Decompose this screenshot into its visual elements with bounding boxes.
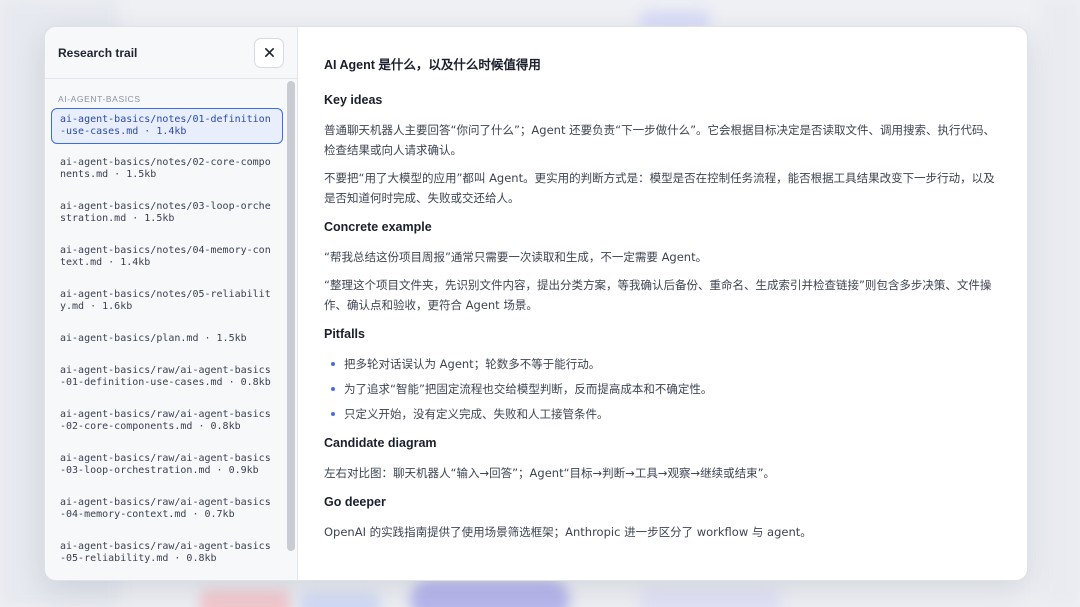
section-concrete-example: Concrete example “帮我总结这份项目周报”通常只需要一次读取和生…: [324, 220, 1001, 315]
file-item[interactable]: ai-agent-basics/notes/05-reliability.md …: [51, 283, 283, 319]
file-item[interactable]: ai-agent-basics/raw/ai-agent-basics-vide…: [51, 579, 283, 580]
background-pill: [410, 580, 570, 607]
paragraph: “帮我总结这份项目周报”通常只需要一次读取和生成，不一定需要 Agent。: [324, 250, 708, 264]
sidebar: Research trail AI-AGENT-BASICS ai-agent-…: [45, 27, 298, 580]
section-key-ideas: Key ideas 普通聊天机器人主要回答“你问了什么”；Agent 还要负责“…: [324, 93, 1001, 208]
sidebar-header: Research trail: [45, 27, 297, 79]
file-list: AI-AGENT-BASICS ai-agent-basics/notes/01…: [45, 79, 297, 580]
file-item[interactable]: ai-agent-basics/raw/ai-agent-basics-04-m…: [51, 491, 283, 527]
file-item[interactable]: ai-agent-basics/notes/01-definition-use-…: [51, 108, 283, 144]
list-item: 把多轮对话误认为 Agent；轮数多不等于能行动。: [324, 354, 1001, 374]
file-item[interactable]: ai-agent-basics/notes/04-memory-context.…: [51, 239, 283, 275]
close-button[interactable]: [254, 37, 284, 68]
file-item[interactable]: ai-agent-basics/raw/ai-agent-basics-01-d…: [51, 359, 283, 395]
file-item[interactable]: ai-agent-basics/notes/02-core-components…: [51, 151, 283, 187]
paragraph: 普通聊天机器人主要回答“你问了什么”；Agent 还要负责“下一步做什么”。它会…: [324, 123, 996, 157]
section-heading: Concrete example: [324, 220, 432, 234]
file-item[interactable]: ai-agent-basics/plan.md · 1.5kb: [51, 327, 283, 351]
list-item: 只定义开始，没有定义完成、失败和人工接管条件。: [324, 404, 1001, 424]
scrollbar[interactable]: [287, 81, 295, 551]
file-item[interactable]: ai-agent-basics/notes/03-loop-orchestrat…: [51, 195, 283, 231]
background-pill: [300, 592, 380, 607]
pitfalls-list: 把多轮对话误认为 Agent；轮数多不等于能行动。 为了追求“智能”把固定流程也…: [324, 354, 1001, 424]
file-item[interactable]: ai-agent-basics/raw/ai-agent-basics-05-r…: [51, 535, 283, 571]
research-trail-panel: Research trail AI-AGENT-BASICS ai-agent-…: [44, 26, 1028, 581]
paragraph: “整理这个项目文件夹，先识别文件内容，提出分类方案，等我确认后备份、重命名、生成…: [324, 278, 992, 312]
file-item[interactable]: ai-agent-basics/raw/ai-agent-basics-02-c…: [51, 403, 283, 439]
paragraph: 不要把“用了大模型的应用”都叫 Agent。更实用的判断方式是：模型是否在控制任…: [324, 171, 995, 205]
background-right-rail: [1040, 0, 1080, 607]
paragraph: OpenAI 的实践指南提供了使用场景筛选框架；Anthropic 进一步区分了…: [324, 525, 812, 539]
paragraph: 左右对比图：聊天机器人“输入→回答”；Agent“目标→判断→工具→观察→继续或…: [324, 466, 776, 480]
file-item[interactable]: ai-agent-basics/raw/ai-agent-basics-03-l…: [51, 447, 283, 483]
sidebar-title: Research trail: [58, 45, 138, 60]
document-title: AI Agent 是什么，以及什么时候值得用: [324, 58, 541, 72]
background-pill: [640, 588, 780, 607]
section-heading: Go deeper: [324, 495, 386, 509]
section-heading: Candidate diagram: [324, 436, 437, 450]
section-candidate-diagram: Candidate diagram 左右对比图：聊天机器人“输入→回答”；Age…: [324, 436, 1001, 483]
document-view: AI Agent 是什么，以及什么时候值得用 Key ideas 普通聊天机器人…: [298, 27, 1027, 580]
group-label: AI-AGENT-BASICS: [58, 94, 141, 104]
section-heading: Key ideas: [324, 93, 383, 107]
close-icon: [264, 48, 274, 57]
section-heading: Pitfalls: [324, 327, 365, 341]
section-pitfalls: Pitfalls 把多轮对话误认为 Agent；轮数多不等于能行动。 为了追求“…: [324, 327, 1001, 424]
list-item: 为了追求“智能”把固定流程也交给模型判断，反而提高成本和不确定性。: [324, 379, 1001, 399]
section-go-deeper: Go deeper OpenAI 的实践指南提供了使用场景筛选框架；Anthro…: [324, 495, 1001, 542]
background-pill: [200, 590, 290, 607]
